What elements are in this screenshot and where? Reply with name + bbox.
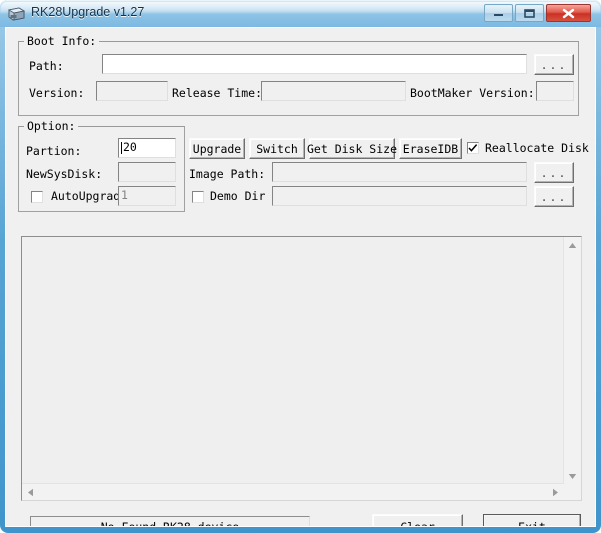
triangle-down-icon: [568, 473, 577, 479]
newsysdisk-input[interactable]: [118, 162, 176, 182]
demo-dir-label: Demo Dir: [210, 189, 266, 203]
get-disk-size-button[interactable]: Get Disk Size: [307, 138, 397, 159]
autoupgrade-label: AutoUpgrade: [51, 189, 128, 203]
path-label: Path:: [29, 59, 64, 73]
minimize-icon: [494, 14, 503, 16]
checkmark-icon: [468, 144, 478, 152]
maximize-icon: [524, 9, 535, 18]
scroll-up-button[interactable]: [564, 237, 581, 253]
text-caret: [121, 142, 122, 154]
scroll-down-button[interactable]: [564, 468, 581, 484]
newsysdisk-label: NewSysDisk:: [26, 167, 103, 181]
image-path-label: Image Path:: [189, 167, 266, 181]
version-input[interactable]: [96, 81, 168, 101]
triangle-left-icon: [28, 488, 33, 496]
partion-input-value: 20: [123, 140, 137, 155]
partion-input[interactable]: 20: [118, 138, 176, 158]
clear-button[interactable]: Clear: [372, 514, 463, 526]
client-area: Boot Info: Path: ... Version: Release Ti…: [5, 27, 596, 527]
boot-info-group-title: Boot Info:: [24, 35, 100, 47]
exit-button[interactable]: Exit: [483, 514, 581, 526]
boot-info-group: [18, 41, 579, 116]
upgrade-button[interactable]: Upgrade: [189, 138, 245, 159]
reallocate-disk-label: Reallocate Disk: [485, 141, 589, 155]
app-device-icon: [7, 6, 26, 22]
bootmaker-version-label: BootMaker Version:: [410, 86, 535, 100]
demo-dir-input[interactable]: [272, 186, 527, 206]
status-field: No Found RK28 device: [30, 516, 310, 526]
scroll-right-button[interactable]: [547, 484, 564, 500]
path-browse-button[interactable]: ...: [534, 54, 574, 75]
log-vertical-scrollbar[interactable]: [563, 237, 581, 484]
scroll-left-button[interactable]: [22, 484, 39, 500]
image-path-browse-button[interactable]: ...: [534, 162, 574, 183]
triangle-right-icon: [553, 488, 558, 496]
triangle-up-icon: [568, 242, 577, 248]
window-title: RK28Upgrade v1.27: [31, 5, 145, 19]
demo-dir-checkbox[interactable]: [192, 191, 204, 203]
bootmaker-version-input[interactable]: [536, 81, 574, 101]
reallocate-disk-checkbox[interactable]: [467, 142, 479, 154]
path-input[interactable]: [102, 54, 527, 74]
application-window: RK28Upgrade v1.27 Boot Info: Path: ... V…: [0, 0, 601, 533]
maximize-button[interactable]: [515, 4, 544, 22]
version-label: Version:: [29, 86, 85, 100]
minimize-button[interactable]: [484, 4, 513, 22]
demo-dir-browse-button[interactable]: ...: [534, 186, 574, 207]
autoupgrade-checkbox[interactable]: [31, 191, 43, 203]
log-output-panel[interactable]: [21, 236, 582, 501]
image-path-input[interactable]: [272, 162, 527, 182]
close-icon: [562, 8, 575, 19]
switch-button[interactable]: Switch: [249, 138, 305, 159]
autoupgrade-input[interactable]: 1: [118, 186, 176, 206]
erase-idb-button[interactable]: EraseIDB: [399, 138, 462, 159]
release-time-input[interactable]: [261, 81, 406, 101]
close-button[interactable]: [546, 4, 591, 22]
title-bar[interactable]: RK28Upgrade v1.27: [0, 0, 601, 27]
option-group-title: Option:: [24, 120, 79, 132]
scrollbar-corner: [564, 484, 581, 500]
log-horizontal-scrollbar[interactable]: [22, 483, 564, 500]
partion-label: Partion:: [26, 144, 82, 158]
release-time-label: Release Time:: [172, 86, 263, 100]
